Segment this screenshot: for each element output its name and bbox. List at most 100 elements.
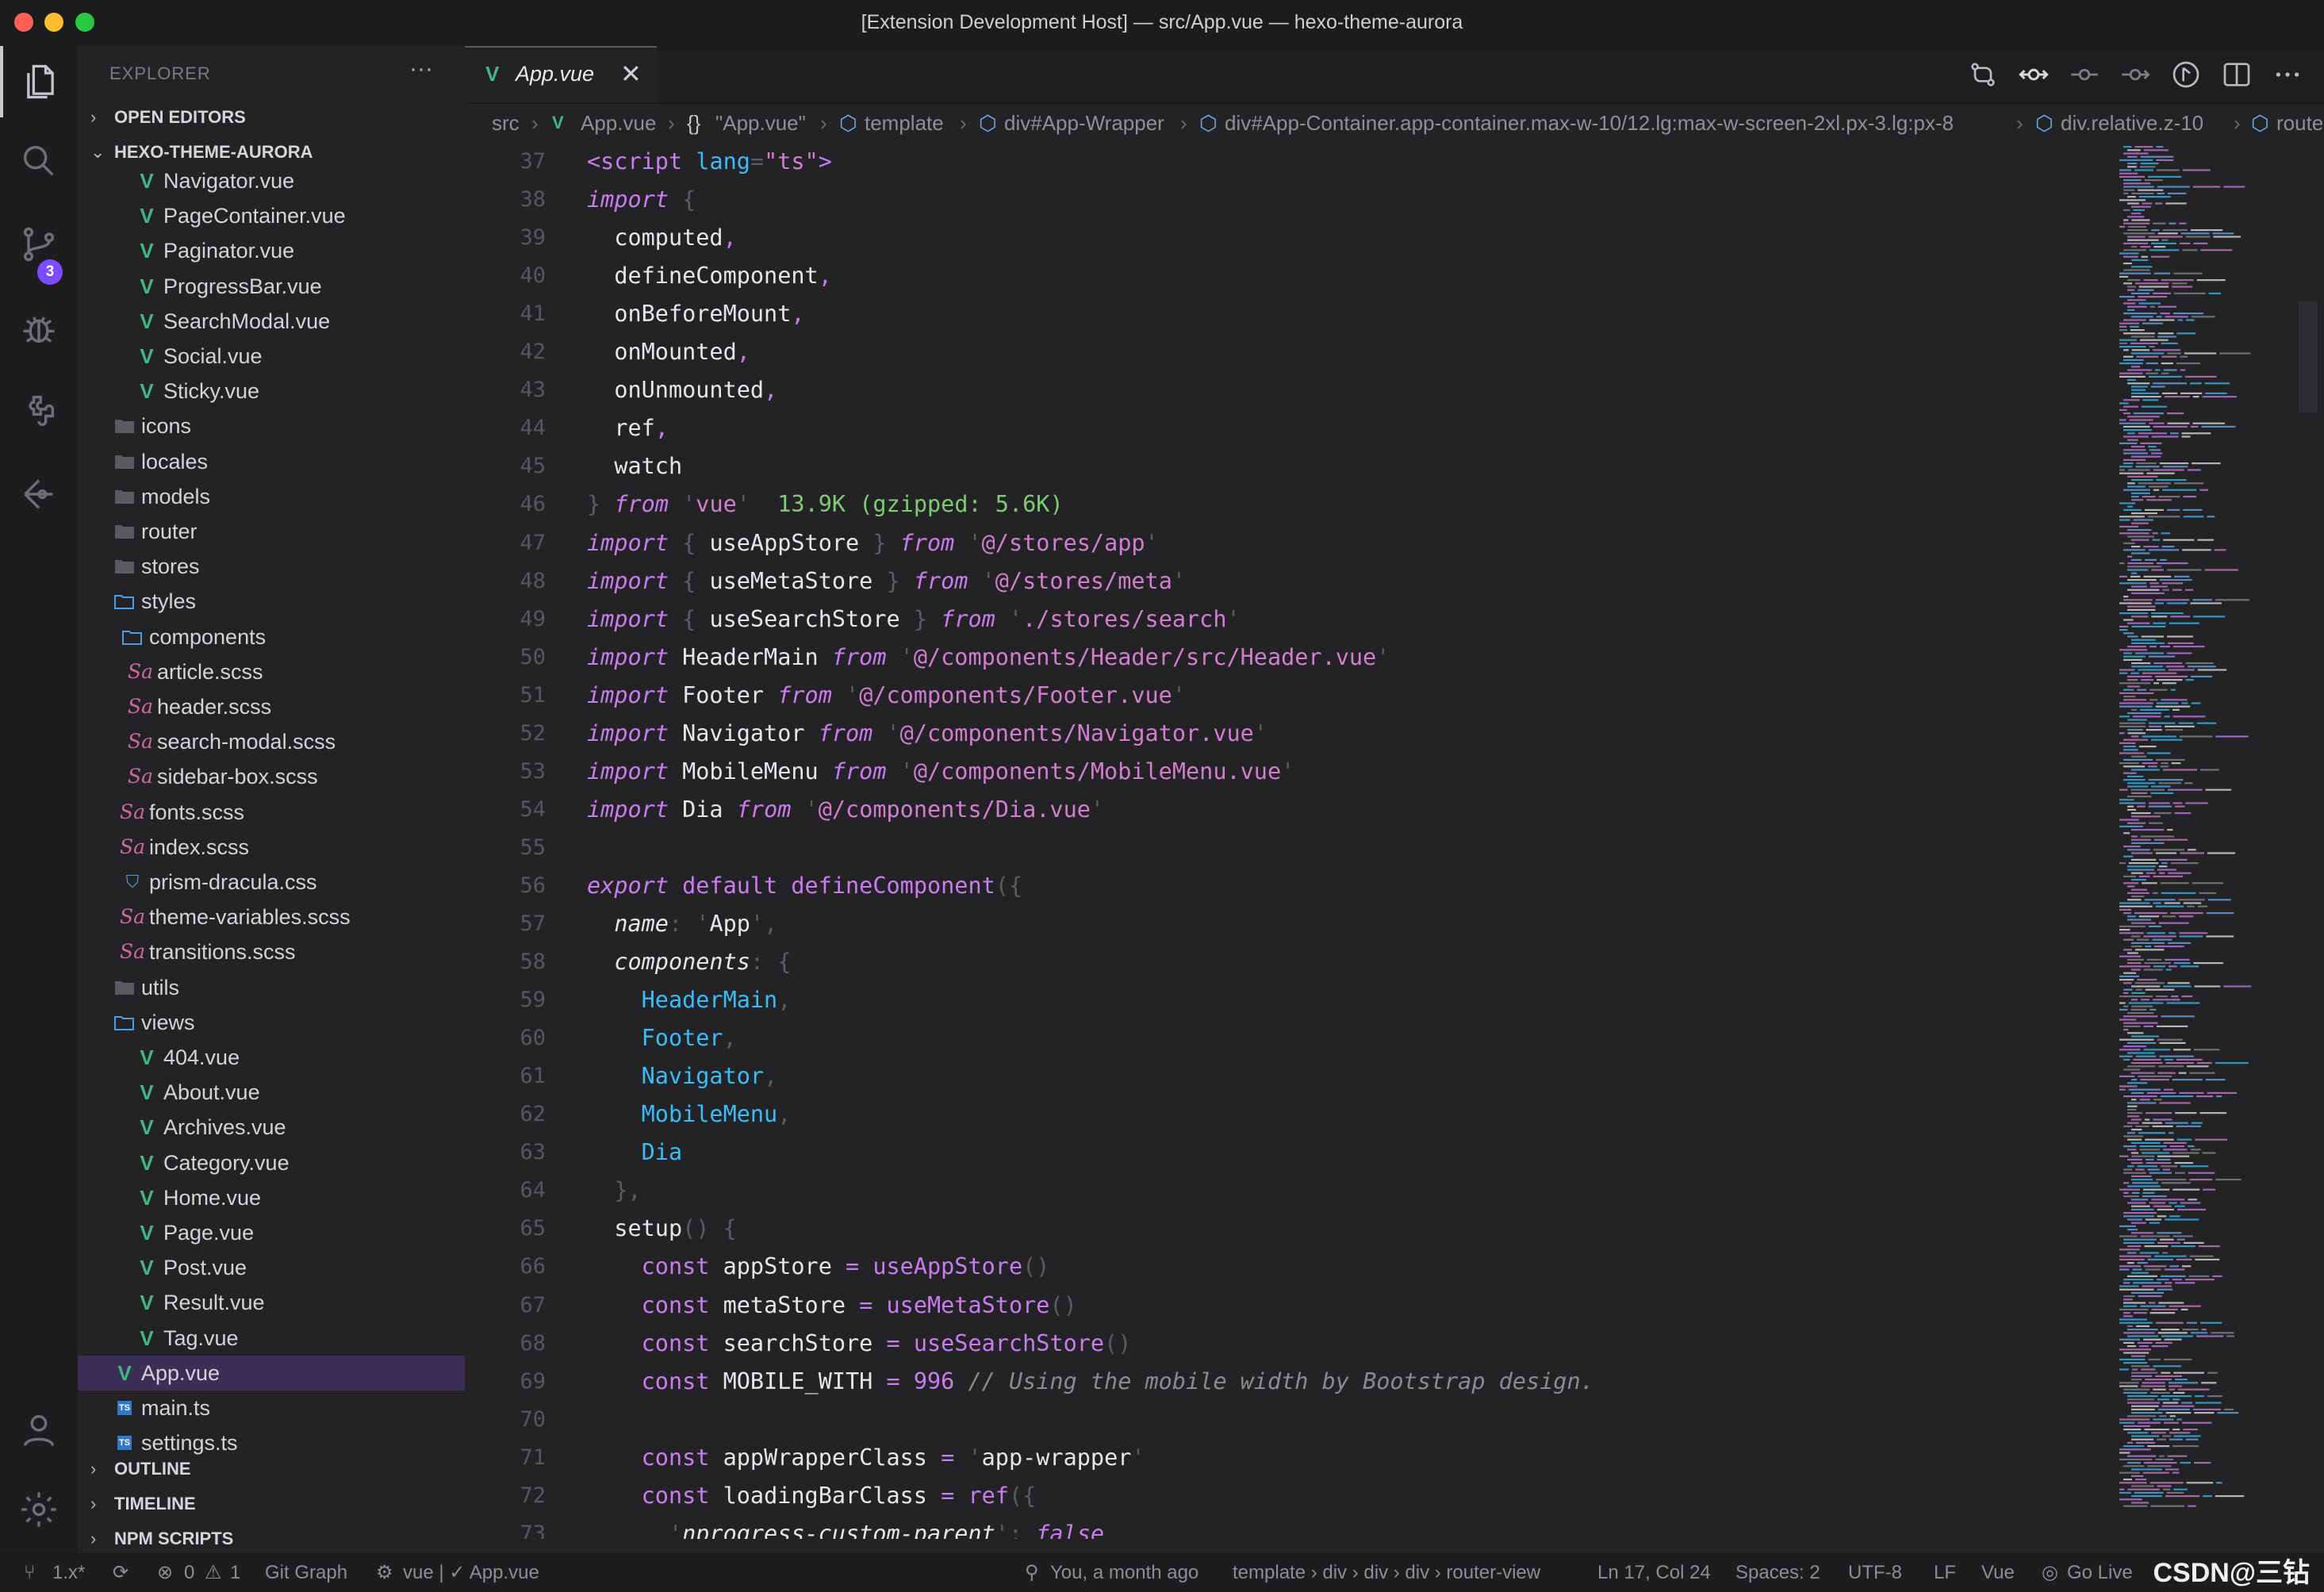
section-npm-scripts[interactable]: › NPM SCRIPTS	[90, 1525, 233, 1553]
minimap-slider[interactable]	[2299, 301, 2318, 412]
tree-item[interactable]: Sa fonts.scss	[78, 795, 465, 830]
tree-item[interactable]: V Paginator.vue	[78, 233, 465, 268]
breadcrumb-item[interactable]: src	[492, 103, 520, 143]
tree-item[interactable]: V Sticky.vue	[78, 374, 465, 409]
git-blame[interactable]: You, a month ago	[1050, 1554, 1198, 1592]
settings-gear-icon[interactable]	[0, 1474, 78, 1545]
code-line[interactable]: 60 Footer,	[465, 1019, 2115, 1057]
open-changes-icon[interactable]	[2170, 59, 2202, 90]
breadcrumb-item[interactable]: div.relative.z-10	[2061, 103, 2203, 143]
breadcrumb-item[interactable]: "App.vue"	[715, 103, 806, 143]
more-actions-icon[interactable]	[2272, 59, 2303, 90]
tree-item[interactable]: V Social.vue	[78, 339, 465, 374]
tree-item[interactable]: Sa sidebar-box.scss	[78, 759, 465, 794]
tree-item[interactable]: Sa header.scss	[78, 689, 465, 724]
next-change-icon[interactable]	[2119, 59, 2151, 90]
warning-count[interactable]: 1	[230, 1554, 240, 1592]
account-icon[interactable]	[0, 1394, 78, 1466]
tree-item[interactable]: V Home.vue	[78, 1180, 465, 1215]
code-line[interactable]: 42 onMounted,	[465, 333, 2115, 371]
code-line[interactable]: 53 import MobileMenu from '@/components/M…	[465, 753, 2115, 791]
breadcrumb-item[interactable]: route	[2276, 103, 2323, 143]
indentation[interactable]: Spaces: 2	[1735, 1554, 1820, 1592]
sync-icon[interactable]: ⟳	[113, 1554, 128, 1592]
tree-item[interactable]: V App.vue	[78, 1355, 465, 1391]
tree-item[interactable]: Sa theme-variables.scss	[78, 900, 465, 934]
code-line[interactable]: 40 defineComponent,	[465, 257, 2115, 295]
section-project[interactable]: ⌄ HEXO-THEME-AURORA	[90, 138, 313, 167]
tree-item[interactable]: ⛉ prism-dracula.css	[78, 865, 465, 900]
encoding[interactable]: UTF-8	[1848, 1554, 1902, 1592]
tree-item[interactable]: styles	[78, 584, 465, 619]
tree-item[interactable]: components	[78, 620, 465, 654]
tree-item[interactable]: V Page.vue	[78, 1215, 465, 1250]
breadcrumb-item[interactable]: template	[865, 103, 944, 143]
code-line[interactable]: 68 const searchStore = useSearchStore()	[465, 1325, 2115, 1363]
language-mode[interactable]: Vue	[1981, 1554, 2015, 1592]
section-outline[interactable]: › OUTLINE	[90, 1455, 191, 1483]
code-line[interactable]: 69 const MOBILE_WITH = 996 // Using the …	[465, 1363, 2115, 1401]
code-line[interactable]: 59 HeaderMain,	[465, 981, 2115, 1019]
code-line[interactable]: 64 },	[465, 1172, 2115, 1210]
code-line[interactable]: 44 ref,	[465, 409, 2115, 447]
debug-icon[interactable]	[0, 292, 78, 363]
tree-item[interactable]: icons	[78, 409, 465, 443]
code-line[interactable]: 46} from 'vue' 13.9K (gzipped: 5.6K)	[465, 485, 2115, 524]
tree-item[interactable]: views	[78, 1005, 465, 1040]
split-editor-icon[interactable]	[2221, 59, 2253, 90]
git-branch[interactable]: 1.x*	[52, 1554, 85, 1592]
tree-item[interactable]: router	[78, 514, 465, 549]
search-icon[interactable]	[0, 125, 78, 197]
tree-item[interactable]: V Navigator.vue	[78, 163, 465, 198]
section-timeline[interactable]: › TIMELINE	[90, 1490, 196, 1518]
tree-item[interactable]: V About.vue	[78, 1075, 465, 1110]
code-line[interactable]: 66 const appStore = useAppStore()	[465, 1248, 2115, 1286]
extensions-icon[interactable]	[0, 375, 78, 447]
tree-item[interactable]: utils	[78, 970, 465, 1005]
tree-item[interactable]: Sa article.scss	[78, 654, 465, 689]
code-line[interactable]: 39 computed,	[465, 219, 2115, 257]
breadcrumb-item[interactable]: div#App-Container.app-container.max-w-10…	[1225, 103, 1954, 143]
tree-item[interactable]: V ProgressBar.vue	[78, 269, 465, 304]
tree-item[interactable]: V Archives.vue	[78, 1110, 465, 1145]
tree-item[interactable]: models	[78, 479, 465, 514]
code-editor[interactable]: 37 <script lang="ts"> 38 import {39 compute…	[465, 143, 2115, 1539]
code-line[interactable]: 63 Dia	[465, 1134, 2115, 1172]
code-line[interactable]: 56 export default defineComponent({	[465, 867, 2115, 905]
code-line[interactable]: 67 const metaStore = useMetaStore()	[465, 1287, 2115, 1325]
breadcrumb-item[interactable]: div#App-Wrapper	[1004, 103, 1164, 143]
code-line[interactable]: 57 name: 'App',	[465, 905, 2115, 943]
code-line[interactable]: 45 watch	[465, 447, 2115, 485]
minimap[interactable]	[2115, 143, 2324, 1539]
tree-item[interactable]: V SearchModal.vue	[78, 304, 465, 339]
code-line[interactable]: 49 import { useSearchStore } from './stor…	[465, 600, 2115, 639]
code-line[interactable]: 65 setup() {	[465, 1210, 2115, 1248]
code-line[interactable]: 62 MobileMenu,	[465, 1095, 2115, 1134]
code-line[interactable]: 37 <script lang="ts">	[465, 143, 2115, 181]
go-live-button[interactable]: Go Live	[2067, 1554, 2133, 1592]
gitlens-icon[interactable]	[0, 458, 78, 530]
code-line[interactable]: 54 import Dia from '@/components/Dia.vue'	[465, 791, 2115, 829]
cursor-position[interactable]: Ln 17, Col 24	[1597, 1554, 1711, 1592]
code-line[interactable]: 47 import { useAppStore } from '@/stores/…	[465, 524, 2115, 562]
files-icon[interactable]	[0, 46, 78, 117]
code-line[interactable]: 70	[465, 1401, 2115, 1439]
breadcrumb-item[interactable]: App.vue	[581, 103, 656, 143]
tree-item[interactable]: Sa index.scss	[78, 830, 465, 865]
explorer-more-button[interactable]: ···	[409, 56, 433, 82]
git-commit-icon[interactable]	[2018, 59, 2050, 90]
tree-item[interactable]: V PageContainer.vue	[78, 198, 465, 233]
previous-change-icon[interactable]	[2069, 59, 2100, 90]
tree-item[interactable]: stores	[78, 549, 465, 584]
tree-item[interactable]: V Post.vue	[78, 1250, 465, 1285]
tab-app-vue[interactable]: V App.vue ✕	[465, 46, 657, 103]
tree-item[interactable]: V Category.vue	[78, 1145, 465, 1180]
tree-item[interactable]: Sa search-modal.scss	[78, 724, 465, 759]
git-graph-button[interactable]: Git Graph	[265, 1554, 347, 1592]
close-tab-icon[interactable]: ✕	[620, 59, 642, 89]
code-line[interactable]: 41 onBeforeMount,	[465, 295, 2115, 333]
element-path[interactable]: template › div › div › div › router-view	[1233, 1554, 1540, 1592]
tree-item[interactable]: V Tag.vue	[78, 1321, 465, 1356]
code-line[interactable]: 52 import Navigator from '@/components/Na…	[465, 715, 2115, 753]
code-line[interactable]: 50 import HeaderMain from '@/components/H…	[465, 639, 2115, 677]
